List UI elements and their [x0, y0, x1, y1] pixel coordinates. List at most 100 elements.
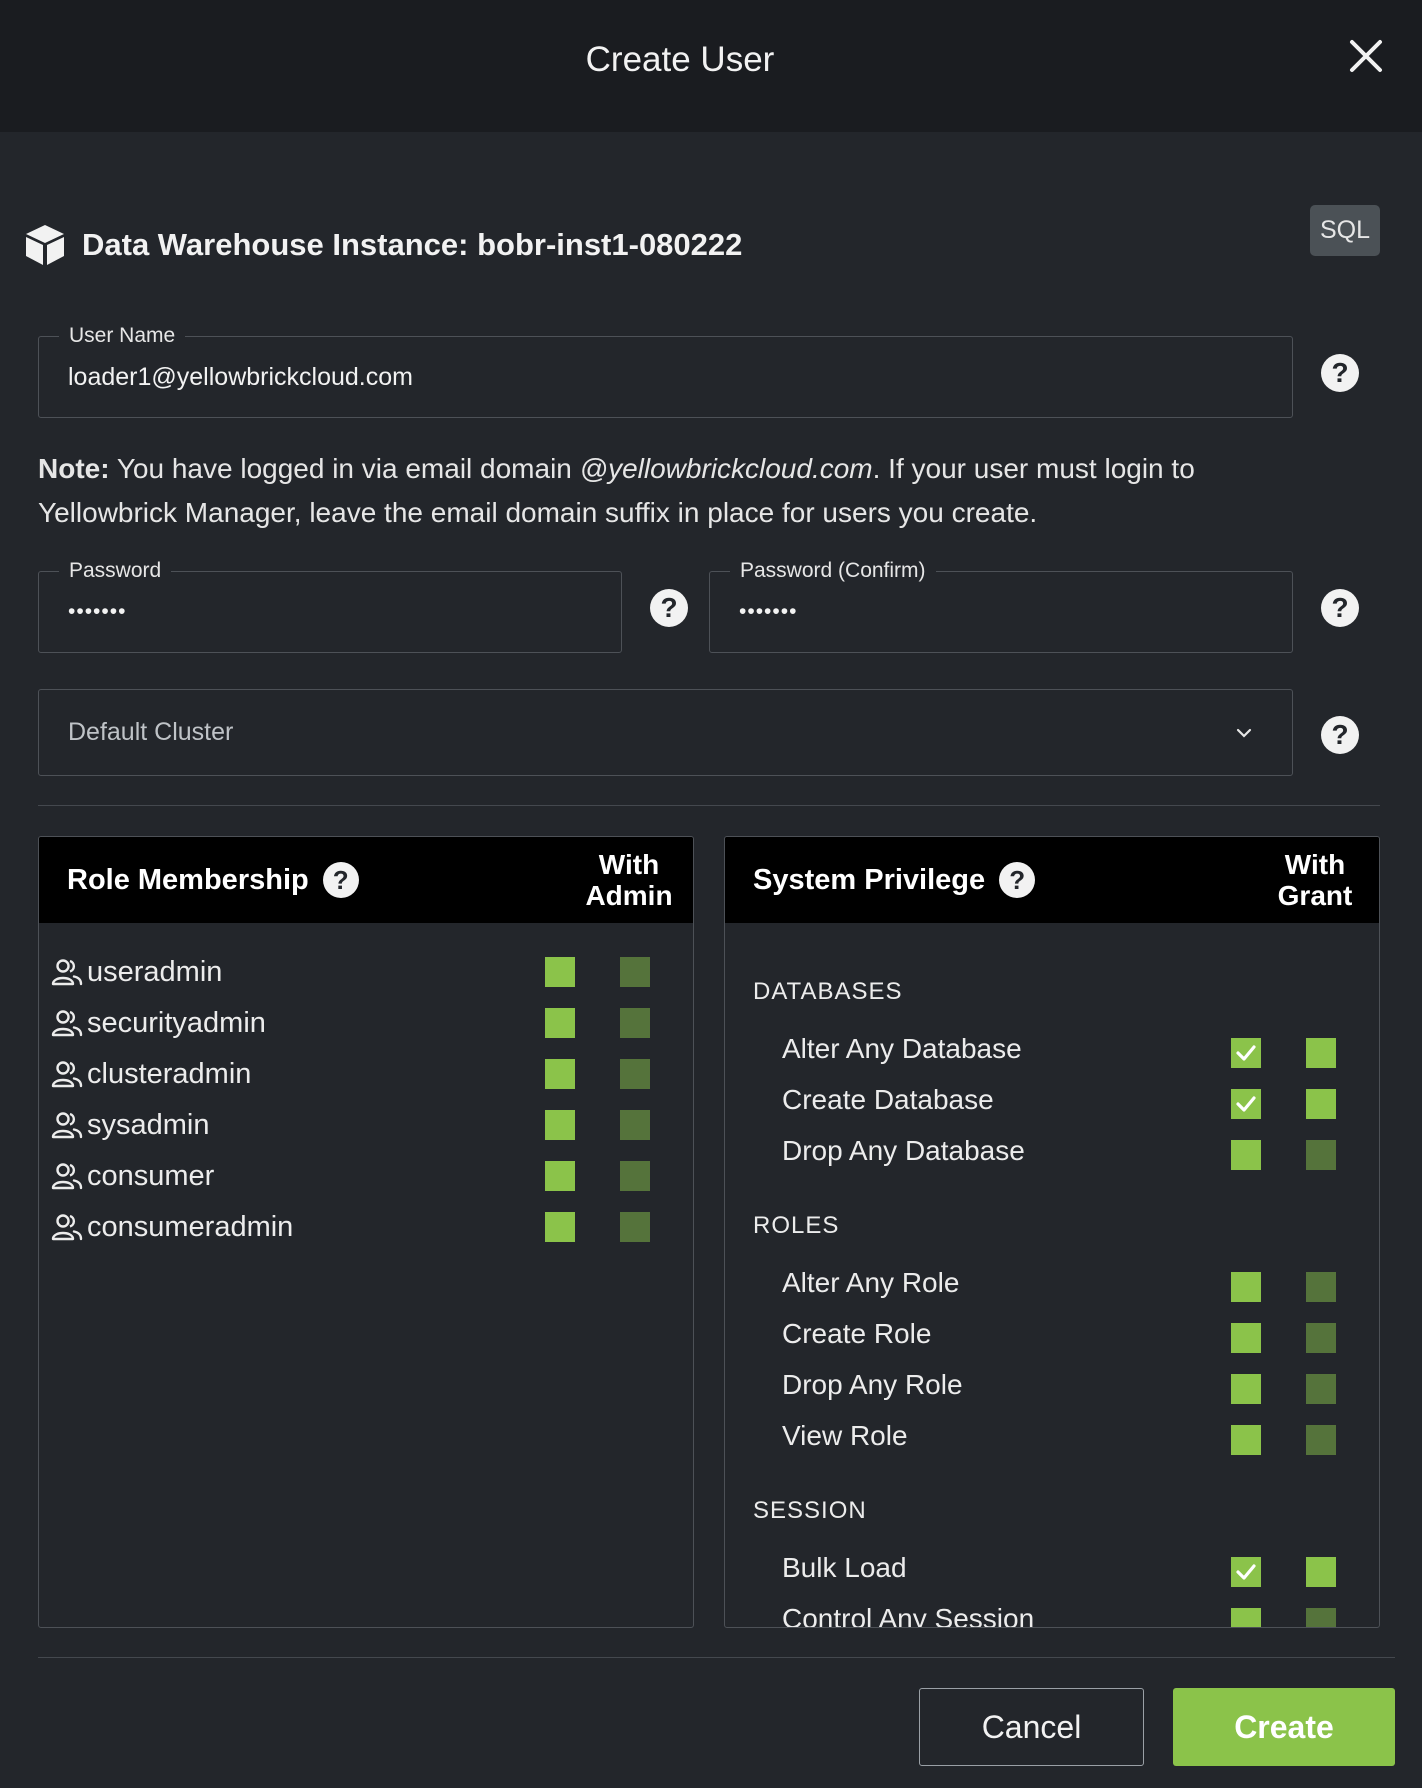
user-name-input[interactable]: loader1@yellowbrickcloud.com	[68, 337, 413, 417]
system-privilege-help-icon[interactable]: ?	[999, 862, 1036, 898]
role-membership-panel: Role Membership ? With Admin useradmin se…	[38, 836, 694, 1628]
role-name: consumer	[87, 1159, 215, 1192]
privilege-with-grant-checkbox[interactable]	[1306, 1374, 1336, 1404]
role-membership-title-text: Role Membership	[67, 863, 309, 896]
privilege-granted-checkbox[interactable]	[1231, 1089, 1261, 1119]
role-membership-header: Role Membership ? With Admin	[39, 837, 693, 923]
dialog-header: Create User	[0, 0, 1422, 132]
privilege-granted-checkbox[interactable]	[1231, 1038, 1261, 1068]
role-member-checkbox[interactable]	[545, 957, 575, 987]
role-row: useradmin	[51, 952, 222, 992]
privilege-name: Alter Any Database	[782, 1033, 1022, 1064]
privilege-with-grant-checkbox[interactable]	[1306, 1557, 1336, 1587]
user-group-icon	[51, 1112, 83, 1139]
with-admin-line2: Admin	[585, 880, 673, 911]
user-group-icon	[51, 1010, 83, 1037]
user-name-help-icon[interactable]: ?	[1321, 354, 1359, 392]
close-button[interactable]	[1340, 30, 1392, 82]
user-name-field[interactable]: User Name loader1@yellowbrickcloud.com	[38, 324, 1293, 418]
with-admin-line1: With	[598, 849, 660, 880]
privilege-granted-checkbox[interactable]	[1231, 1425, 1261, 1455]
email-domain-note: Note: You have logged in via email domai…	[38, 447, 1238, 535]
divider-top	[38, 805, 1380, 806]
role-member-checkbox[interactable]	[545, 1008, 575, 1038]
with-grant-line2: Grant	[1277, 880, 1353, 911]
checkmark-icon	[1236, 1564, 1256, 1580]
privilege-name: Drop Any Role	[782, 1369, 963, 1400]
privilege-granted-checkbox[interactable]	[1231, 1323, 1261, 1353]
password-input[interactable]: •••••••	[68, 572, 126, 652]
privilege-with-grant-checkbox[interactable]	[1306, 1425, 1336, 1455]
with-admin-header: With Admin	[579, 849, 679, 911]
privilege-section-session: SESSION	[753, 1497, 867, 1524]
system-privilege-title: System Privilege ?	[753, 837, 1036, 923]
role-row: consumer	[51, 1156, 214, 1196]
role-with-admin-checkbox[interactable]	[620, 1059, 650, 1089]
privilege-with-grant-checkbox[interactable]	[1306, 1140, 1336, 1170]
privilege-with-grant-checkbox[interactable]	[1306, 1608, 1336, 1627]
role-row: consumeradmin	[51, 1207, 293, 1247]
note-text-before: You have logged in via email domain	[109, 453, 580, 484]
sql-button[interactable]: SQL	[1310, 205, 1380, 256]
user-group-icon	[51, 959, 83, 986]
privilege-granted-checkbox[interactable]	[1231, 1608, 1261, 1627]
system-privilege-header: System Privilege ? With Grant	[725, 837, 1379, 923]
privilege-section-databases: DATABASES	[753, 978, 903, 1005]
privilege-name: Control Any Session	[782, 1603, 1035, 1628]
with-grant-header: With Grant	[1265, 849, 1365, 911]
privilege-granted-checkbox[interactable]	[1231, 1374, 1261, 1404]
role-membership-title: Role Membership ?	[67, 837, 359, 923]
privilege-name: Create Role	[782, 1318, 932, 1349]
privilege-with-grant-checkbox[interactable]	[1306, 1323, 1336, 1353]
default-cluster-help-icon[interactable]: ?	[1321, 716, 1359, 754]
privilege-name: Alter Any Role	[782, 1267, 960, 1298]
privilege-name: Create Database	[782, 1084, 994, 1115]
password-field[interactable]: Password •••••••	[38, 559, 622, 653]
create-button[interactable]: Create	[1173, 1688, 1395, 1766]
password-confirm-help-icon[interactable]: ?	[1321, 589, 1359, 627]
role-member-checkbox[interactable]	[545, 1212, 575, 1242]
privilege-with-grant-checkbox[interactable]	[1306, 1089, 1336, 1119]
cube-icon	[26, 225, 64, 265]
role-with-admin-checkbox[interactable]	[620, 1161, 650, 1191]
user-group-icon	[51, 1163, 83, 1190]
system-privilege-panel: System Privilege ? With Grant DATABASES A…	[724, 836, 1380, 1628]
note-bold: Note:	[38, 453, 110, 484]
default-cluster-select[interactable]: Default Cluster	[38, 689, 1293, 776]
role-membership-help-icon[interactable]: ?	[322, 862, 359, 898]
role-row: securityadmin	[51, 1003, 266, 1043]
divider-bottom	[38, 1657, 1395, 1658]
privilege-granted-checkbox[interactable]	[1231, 1557, 1261, 1587]
with-grant-line1: With	[1284, 849, 1346, 880]
role-row: sysadmin	[51, 1105, 210, 1145]
role-name: sysadmin	[87, 1108, 210, 1141]
password-confirm-field[interactable]: Password (Confirm) •••••••	[709, 559, 1293, 653]
role-with-admin-checkbox[interactable]	[620, 1008, 650, 1038]
password-confirm-input[interactable]: •••••••	[739, 572, 797, 652]
checkmark-icon	[1236, 1096, 1256, 1112]
role-member-checkbox[interactable]	[545, 1059, 575, 1089]
privilege-granted-checkbox[interactable]	[1231, 1272, 1261, 1302]
privilege-with-grant-checkbox[interactable]	[1306, 1272, 1336, 1302]
privilege-name: Drop Any Database	[782, 1135, 1025, 1166]
password-help-icon[interactable]: ?	[650, 589, 688, 627]
system-privilege-title-text: System Privilege	[753, 863, 986, 896]
role-name: useradmin	[87, 955, 223, 988]
role-name: securityadmin	[87, 1006, 266, 1039]
role-member-checkbox[interactable]	[545, 1110, 575, 1140]
default-cluster-placeholder: Default Cluster	[68, 718, 234, 746]
privilege-with-grant-checkbox[interactable]	[1306, 1038, 1336, 1068]
instance-heading: Data Warehouse Instance: bobr-inst1-0802…	[22, 220, 742, 270]
checkmark-icon	[1236, 1045, 1256, 1061]
role-row: clusteradmin	[51, 1054, 251, 1094]
role-with-admin-checkbox[interactable]	[620, 1212, 650, 1242]
privilege-name: View Role	[782, 1420, 908, 1451]
chevron-down-icon	[1236, 728, 1252, 738]
note-domain: @yellowbrickcloud.com	[579, 453, 873, 484]
role-with-admin-checkbox[interactable]	[620, 957, 650, 987]
user-group-icon	[51, 1214, 83, 1241]
privilege-granted-checkbox[interactable]	[1231, 1140, 1261, 1170]
cancel-button[interactable]: Cancel	[919, 1688, 1144, 1766]
role-member-checkbox[interactable]	[545, 1161, 575, 1191]
role-with-admin-checkbox[interactable]	[620, 1110, 650, 1140]
